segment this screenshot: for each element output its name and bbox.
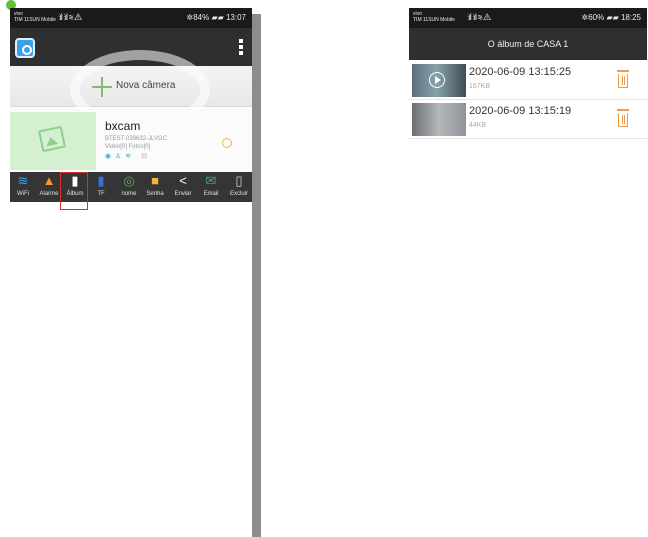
album-highlight-box — [60, 172, 88, 210]
battery-time: ✲60% ▰▰ 18:25 — [581, 13, 641, 22]
video-list-item[interactable]: 2020-06-09 13:15:19 44KB — [409, 100, 647, 139]
sd-card-icon: ▮ — [97, 173, 105, 188]
toolbar-wifi-button[interactable]: ≋ WiFi — [10, 172, 36, 202]
signal-icon: ⫶ıl ⫶ıl ≋ ⚠ — [58, 12, 82, 22]
new-camera-button[interactable]: Nova câmera — [10, 50, 252, 130]
camera-id: BTEST-039632-JLVGC — [105, 136, 167, 142]
camera-name: bxcam — [105, 119, 141, 133]
toolbar-rename-button[interactable]: ◎ nome — [116, 172, 142, 202]
camera-action-toolbar: ≋ WiFi ▲ Alarme ▮ Álbum ▮ TF ◎ nome ■ Senha < E… — [10, 172, 252, 202]
camera-status-indicator-icon — [222, 138, 232, 148]
status-bar: vivo TIM 11SUN Mobile ⫶ıl ⫶ıl ≋ ⚠ ✲60% ▰… — [409, 8, 647, 28]
share-icon: < — [179, 173, 187, 188]
video-thumbnail[interactable] — [412, 103, 466, 136]
email-icon: ✉ — [205, 173, 217, 188]
more-menu-icon[interactable] — [236, 38, 246, 58]
toolbar-tf-button[interactable]: ▮ TF — [88, 172, 114, 202]
camera-status-icons: ◉ ♙ ≋ ⊟ — [105, 152, 148, 160]
toolbar-delete-button[interactable]: ▯ Excluir — [226, 172, 252, 202]
delete-trash-icon[interactable] — [617, 109, 629, 127]
trash-icon: ▯ — [235, 173, 243, 188]
wifi-icon: ≋ — [17, 173, 29, 188]
delete-trash-icon[interactable] — [617, 70, 629, 88]
album-title: O álbum de CASA 1 — [409, 28, 647, 60]
media-counts: Video[0] Fotos[0] — [105, 144, 151, 150]
carrier-text: vivo TIM 11SUN Mobile — [413, 11, 455, 23]
carrier-text: vivo TIM 11SUN Mobile — [14, 11, 56, 23]
video-list-item[interactable]: 2020-06-09 13:15:25 167KB — [409, 61, 647, 100]
image-placeholder-icon — [37, 125, 67, 153]
toolbar-share-button[interactable]: < Enviar — [170, 172, 196, 202]
rename-icon: ◎ — [123, 173, 135, 188]
storage-icon: ⊟ — [141, 153, 148, 160]
video-size: 44KB — [469, 122, 487, 129]
plus-icon — [92, 77, 112, 97]
camera-details: BTEST-039632-JLVGC Video[0] Fotos[0] — [105, 135, 167, 151]
video-thumbnail[interactable] — [412, 64, 466, 97]
camera-thumbnail[interactable] — [10, 112, 96, 170]
status-bar: vivo TIM 11SUN Mobile ⫶ıl ⫶ıl ≋ ⚠ ✲84% ▰… — [10, 8, 252, 28]
video-date: 2020-06-09 13:15:19 — [469, 105, 572, 117]
video-date: 2020-06-09 13:15:25 — [469, 66, 572, 78]
app-logo-icon[interactable] — [15, 38, 35, 58]
battery-time: ✲84% ▰▰ 13:07 — [186, 13, 246, 22]
video-size: 167KB — [469, 83, 491, 90]
status-icons: ◉ ♙ ≋ — [105, 153, 133, 160]
camera-list-item[interactable]: bxcam BTEST-039632-JLVGC Video[0] Fotos[… — [10, 108, 252, 172]
toolbar-alarm-button[interactable]: ▲ Alarme — [36, 172, 62, 202]
album-screen: vivo TIM 11SUN Mobile ⫶ıl ⫶ıl ≋ ⚠ ✲60% ▰… — [409, 8, 647, 145]
lock-icon: ■ — [151, 173, 159, 188]
camera-list-screen: vivo TIM 11SUN Mobile ⫶ıl ⫶ıl ≋ ⚠ ✲84% ▰… — [10, 8, 252, 537]
toolbar-email-button[interactable]: ✉ Email — [198, 172, 224, 202]
signal-icon: ⫶ıl ⫶ıl ≋ ⚠ — [467, 12, 491, 22]
toolbar-password-button[interactable]: ■ Senha — [142, 172, 168, 202]
phone-edge-shadow — [252, 14, 261, 537]
new-camera-label: Nova câmera — [116, 80, 176, 91]
bell-icon: ▲ — [42, 173, 56, 188]
play-icon[interactable] — [429, 72, 445, 88]
